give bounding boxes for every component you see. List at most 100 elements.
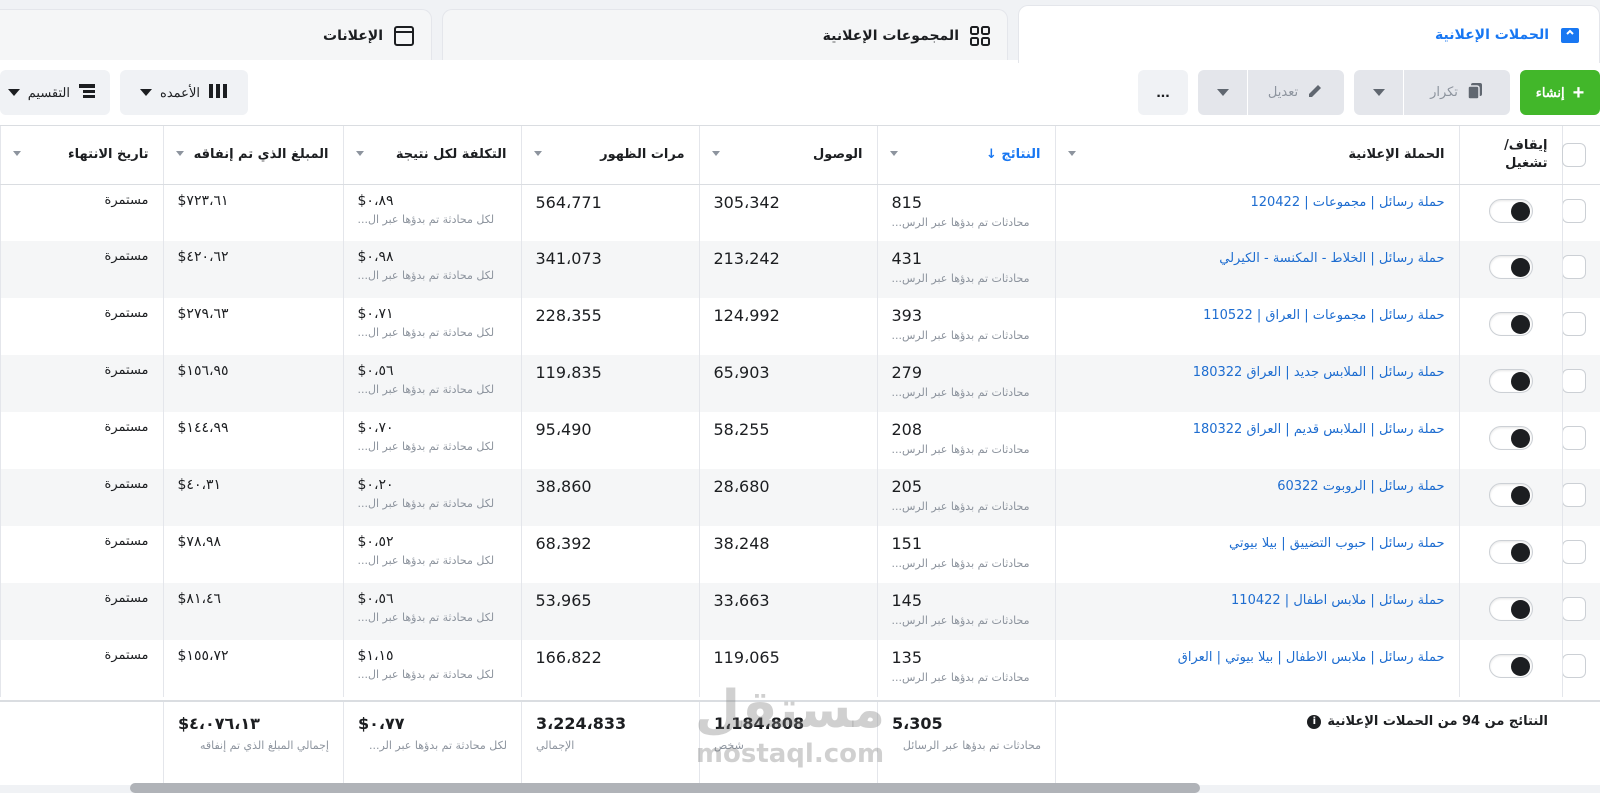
- campaign-link[interactable]: حملة رسائل | الملابس قديم | العراق 18032…: [1070, 420, 1445, 437]
- row-select-cell[interactable]: [1561, 184, 1600, 241]
- info-icon[interactable]: i: [1307, 714, 1322, 729]
- results-cell: 431 محادثات تم بدؤها عبر الرس...: [876, 241, 1055, 298]
- results-sub: محادثات تم بدؤها عبر الرس...: [891, 557, 1030, 570]
- select-all-checkbox[interactable]: [1562, 142, 1586, 167]
- row-checkbox[interactable]: [1562, 426, 1586, 450]
- breakdown-button[interactable]: التقسيم: [0, 70, 110, 115]
- grid-icon: [969, 25, 991, 47]
- tab-adsets[interactable]: المجموعات الإعلانية: [442, 9, 1008, 61]
- chevron-down-icon[interactable]: [889, 151, 898, 156]
- spent-value: $٧٨،٩٨: [177, 534, 222, 550]
- campaign-toggle[interactable]: [1488, 369, 1533, 393]
- header-spent[interactable]: المبلغ الذي تم إنفاقه: [162, 126, 343, 185]
- campaign-link[interactable]: حملة رسائل | الخلاط - المكنسة - الكيرلي: [1070, 249, 1444, 266]
- results-value: 431: [891, 249, 923, 268]
- more-options-button[interactable]: ...: [1138, 70, 1188, 115]
- spent-cell: $٤٢٠،٦٢: [162, 241, 343, 298]
- end-date-value: مستمرة: [104, 648, 149, 663]
- row-checkbox[interactable]: [1562, 483, 1586, 507]
- table-row[interactable]: حملة رسائل | مجموعات | العراق | 110522 3…: [0, 298, 1600, 355]
- reach-value: 213،242: [713, 249, 780, 268]
- tab-campaigns[interactable]: الحملات الإعلانية: [1018, 5, 1600, 63]
- row-checkbox[interactable]: [1562, 540, 1586, 564]
- row-select-cell[interactable]: [1561, 469, 1600, 526]
- row-checkbox[interactable]: [1562, 312, 1586, 336]
- campaign-toggle[interactable]: [1488, 540, 1533, 564]
- chevron-down-icon[interactable]: [533, 151, 542, 156]
- row-select-cell[interactable]: [1561, 583, 1600, 640]
- chevron-down-icon[interactable]: [12, 151, 21, 156]
- columns-label: الأعمده: [160, 84, 200, 100]
- row-checkbox[interactable]: [1562, 654, 1586, 678]
- end-date-value: مستمرة: [104, 420, 149, 435]
- chevron-down-icon[interactable]: [711, 151, 720, 156]
- row-select-cell[interactable]: [1561, 355, 1600, 412]
- edit-dropdown[interactable]: [1198, 70, 1247, 115]
- header-reach[interactable]: الوصول: [698, 126, 877, 185]
- campaign-link[interactable]: حملة رسائل | الروبوت 60322: [1070, 477, 1444, 494]
- row-select-cell[interactable]: [1561, 298, 1600, 355]
- table-row[interactable]: حملة رسائل | الخلاط - المكنسة - الكيرلي …: [0, 241, 1600, 298]
- header-results[interactable]: النتائج ↓: [876, 126, 1055, 185]
- campaign-toggle[interactable]: [1488, 198, 1533, 223]
- totals-results-cell: 5،305 محادثات تم بدؤها عبر الرسائل: [877, 702, 1055, 787]
- chevron-down-icon[interactable]: [1067, 151, 1076, 156]
- table-row[interactable]: حملة رسائل | الملابس جديد | العراق 18032…: [0, 355, 1600, 412]
- totals-results-sub: محادثات تم بدؤها عبر الرسائل: [902, 739, 1041, 752]
- table-row[interactable]: حملة رسائل | ملابس اطفال | 110422 145 محا…: [0, 583, 1600, 640]
- row-checkbox[interactable]: [1562, 369, 1586, 393]
- select-all-header[interactable]: [1561, 126, 1600, 185]
- duplicate-dropdown[interactable]: [1354, 70, 1403, 115]
- header-end-date[interactable]: تاريخ الانتهاء: [0, 126, 163, 185]
- cost-cell: $١،١٥ لكل محادثة تم بدؤها عبر ال...: [342, 640, 521, 697]
- campaign-toggle[interactable]: [1488, 255, 1533, 279]
- campaign-toggle[interactable]: [1488, 654, 1533, 678]
- campaign-link[interactable]: حملة رسائل | الملابس جديد | العراق 18032…: [1070, 363, 1445, 380]
- edit-button[interactable]: تعديل: [1248, 70, 1344, 115]
- campaign-toggle[interactable]: [1488, 426, 1533, 450]
- campaign-link[interactable]: حملة رسائل | حبوب التضييق | بيلا بيوتي: [1070, 534, 1444, 551]
- header-impressions[interactable]: مرات الظهور: [520, 126, 699, 185]
- table-row[interactable]: حملة رسائل | الملابس قديم | العراق 18032…: [0, 412, 1600, 469]
- campaign-link[interactable]: حملة رسائل | مجموعات | 120422: [1070, 193, 1444, 210]
- table-row[interactable]: حملة رسائل | حبوب التضييق | بيلا بيوتي 1…: [0, 526, 1600, 583]
- plus-icon: +: [1572, 81, 1585, 104]
- horizontal-scrollbar[interactable]: [130, 783, 1200, 793]
- row-select-cell[interactable]: [1561, 526, 1600, 583]
- header-campaign[interactable]: الحملة الإعلانية: [1054, 126, 1459, 185]
- results-value: 815: [891, 192, 923, 212]
- chevron-down-icon: [140, 89, 153, 96]
- chevron-down-icon[interactable]: [355, 151, 364, 156]
- columns-button[interactable]: الأعمده: [120, 70, 248, 115]
- row-select-cell[interactable]: [1561, 640, 1600, 697]
- create-button[interactable]: + إنشاء: [1520, 70, 1600, 115]
- impressions-value: 53،965: [535, 591, 592, 610]
- toggle-knob: [1510, 543, 1530, 562]
- campaign-link[interactable]: حملة رسائل | ملابس الاطفال | بيلا بيوتي …: [1070, 648, 1445, 665]
- campaign-link[interactable]: حملة رسائل | مجموعات | العراق | 110522: [1070, 306, 1444, 323]
- impressions-cell: 119،835: [520, 355, 699, 412]
- end-date-cell: مستمرة: [0, 184, 163, 241]
- row-select-cell[interactable]: [1561, 241, 1600, 298]
- row-checkbox[interactable]: [1562, 597, 1586, 621]
- toggle-knob: [1510, 372, 1530, 391]
- impressions-value: 68،392: [535, 534, 592, 553]
- table-row[interactable]: حملة رسائل | مجموعات | 120422 815 محادثات…: [0, 184, 1600, 241]
- campaigns-table: إيقاف/ تشغيل الحملة الإعلانية النتائج ↓ …: [0, 126, 1600, 708]
- tab-ads[interactable]: الإعلانات: [0, 9, 432, 61]
- duplicate-button[interactable]: تكرار: [1404, 70, 1510, 115]
- cost-sub: لكل محادثة تم بدؤها عبر ال...: [357, 611, 495, 624]
- toggle-knob: [1510, 486, 1530, 505]
- campaign-toggle[interactable]: [1488, 597, 1533, 621]
- chevron-down-icon[interactable]: [175, 151, 184, 156]
- watermark-logo: مستقل mostaql.com: [694, 680, 886, 769]
- campaign-toggle[interactable]: [1488, 483, 1533, 507]
- table-row[interactable]: حملة رسائل | الروبوت 60322 205 محادثات تم…: [0, 469, 1600, 526]
- row-select-cell[interactable]: [1561, 412, 1600, 469]
- campaign-link[interactable]: حملة رسائل | ملابس اطفال | 110422: [1070, 591, 1444, 608]
- results-sub: محادثات تم بدؤها عبر الرس...: [891, 272, 1030, 285]
- row-checkbox[interactable]: [1562, 198, 1586, 223]
- campaign-toggle[interactable]: [1488, 312, 1533, 336]
- row-checkbox[interactable]: [1562, 255, 1586, 279]
- header-cost[interactable]: التكلفة لكل نتيجة: [342, 126, 521, 185]
